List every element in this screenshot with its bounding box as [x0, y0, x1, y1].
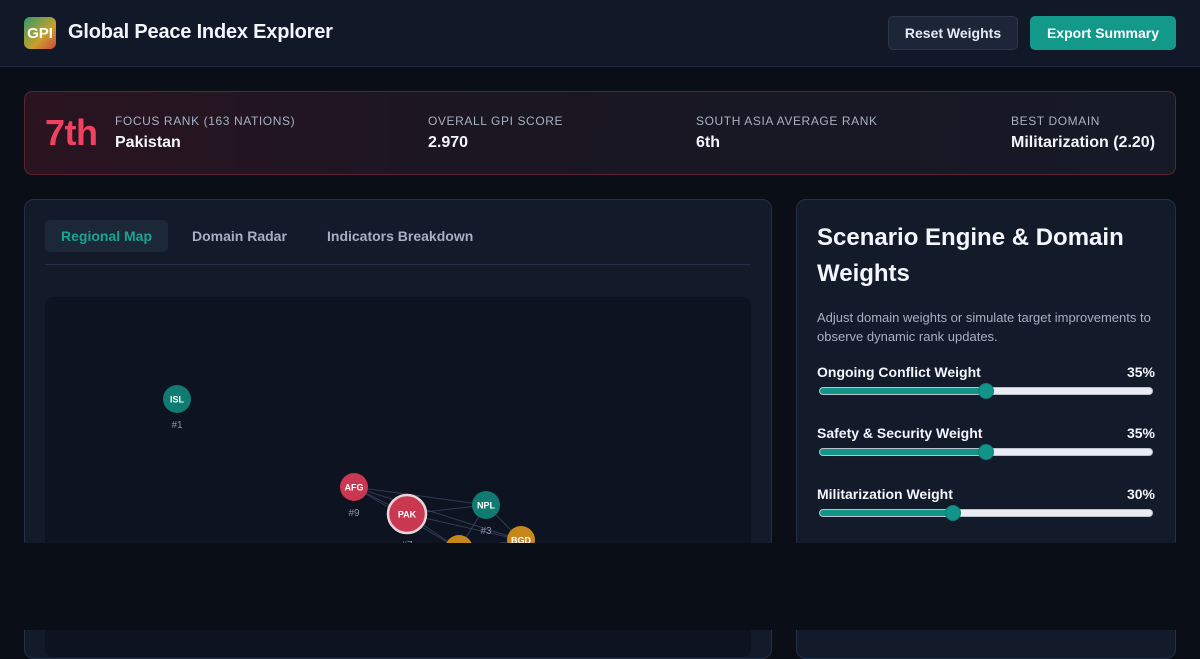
focus-rank-banner: 7th FOCUS RANK (163 NATIONS) Pakistan OV…	[24, 91, 1176, 175]
scenario-description: Adjust domain weights or simulate target…	[817, 310, 1151, 344]
reset-weights-button[interactable]: Reset Weights	[888, 16, 1018, 50]
focus-rank-number: 7th	[45, 112, 98, 153]
map-node-rank: #9	[348, 508, 360, 519]
tab-domain-radar[interactable]: Domain Radar	[176, 220, 303, 252]
slider-value: 35%	[1126, 364, 1155, 380]
best-domain-stat: BEST DOMAIN Militarization (2.20)	[1011, 114, 1155, 152]
view-tabs: Regional Map Domain Radar Indicators Bre…	[45, 220, 751, 265]
map-node-rank: #3	[480, 526, 492, 537]
slider-fill	[820, 388, 986, 394]
slider-label: Safety & Security Weight	[817, 425, 983, 441]
map-node-code: ISL	[170, 395, 185, 405]
tab-indicators-breakdown[interactable]: Indicators Breakdown	[311, 220, 489, 252]
slider-value: 35%	[1126, 425, 1155, 441]
gpi-score-label: OVERALL GPI SCORE	[428, 114, 564, 128]
best-domain-label: BEST DOMAIN	[1011, 114, 1101, 128]
safety-security-slider[interactable]	[819, 444, 1153, 460]
map-node-code: NPL	[477, 501, 496, 511]
tab-regional-map[interactable]: Regional Map	[45, 220, 169, 252]
region-rank-label: SOUTH ASIA AVERAGE RANK	[696, 114, 878, 128]
focus-country: Pakistan	[115, 134, 181, 151]
region-rank-stat: SOUTH ASIA AVERAGE RANK 6th	[696, 114, 878, 152]
slider-thumb[interactable]	[978, 444, 994, 460]
map-node-isl[interactable]: ISL #1	[163, 385, 191, 431]
region-rank-value: 6th	[696, 134, 720, 151]
export-summary-button[interactable]: Export Summary	[1030, 16, 1176, 50]
app-title: Global Peace Index Explorer	[68, 21, 333, 43]
militarization-slider[interactable]	[819, 505, 1153, 521]
best-domain-value: Militarization (2.20)	[1011, 134, 1156, 151]
slider-fill	[820, 449, 986, 455]
scenario-title: Scenario Engine & Domain Weights	[817, 224, 1124, 287]
slider-label: Ongoing Conflict Weight	[817, 364, 981, 380]
viewport-cutoff	[0, 543, 1200, 630]
map-node-afg[interactable]: AFG #9	[340, 473, 368, 519]
ongoing-conflict-slider[interactable]	[819, 383, 1153, 399]
map-node-code: AFG	[345, 483, 364, 493]
map-node-rank: #1	[171, 420, 183, 431]
focus-rank-label: FOCUS RANK (163 NATIONS)	[115, 114, 296, 128]
slider-thumb[interactable]	[978, 383, 994, 399]
gpi-logo: GPI	[24, 17, 56, 49]
slider-label: Militarization Weight	[817, 486, 953, 502]
slider-fill	[820, 510, 953, 516]
slider-value: 30%	[1126, 486, 1155, 502]
focus-rank-stat: FOCUS RANK (163 NATIONS) Pakistan	[115, 114, 295, 152]
map-node-code: PAK	[398, 510, 417, 520]
top-bar: GPI Global Peace Index Explorer Reset We…	[0, 0, 1200, 67]
slider-thumb[interactable]	[944, 505, 961, 521]
gpi-score-value: 2.970	[428, 134, 469, 151]
gpi-score-stat: OVERALL GPI SCORE 2.970	[428, 114, 563, 152]
